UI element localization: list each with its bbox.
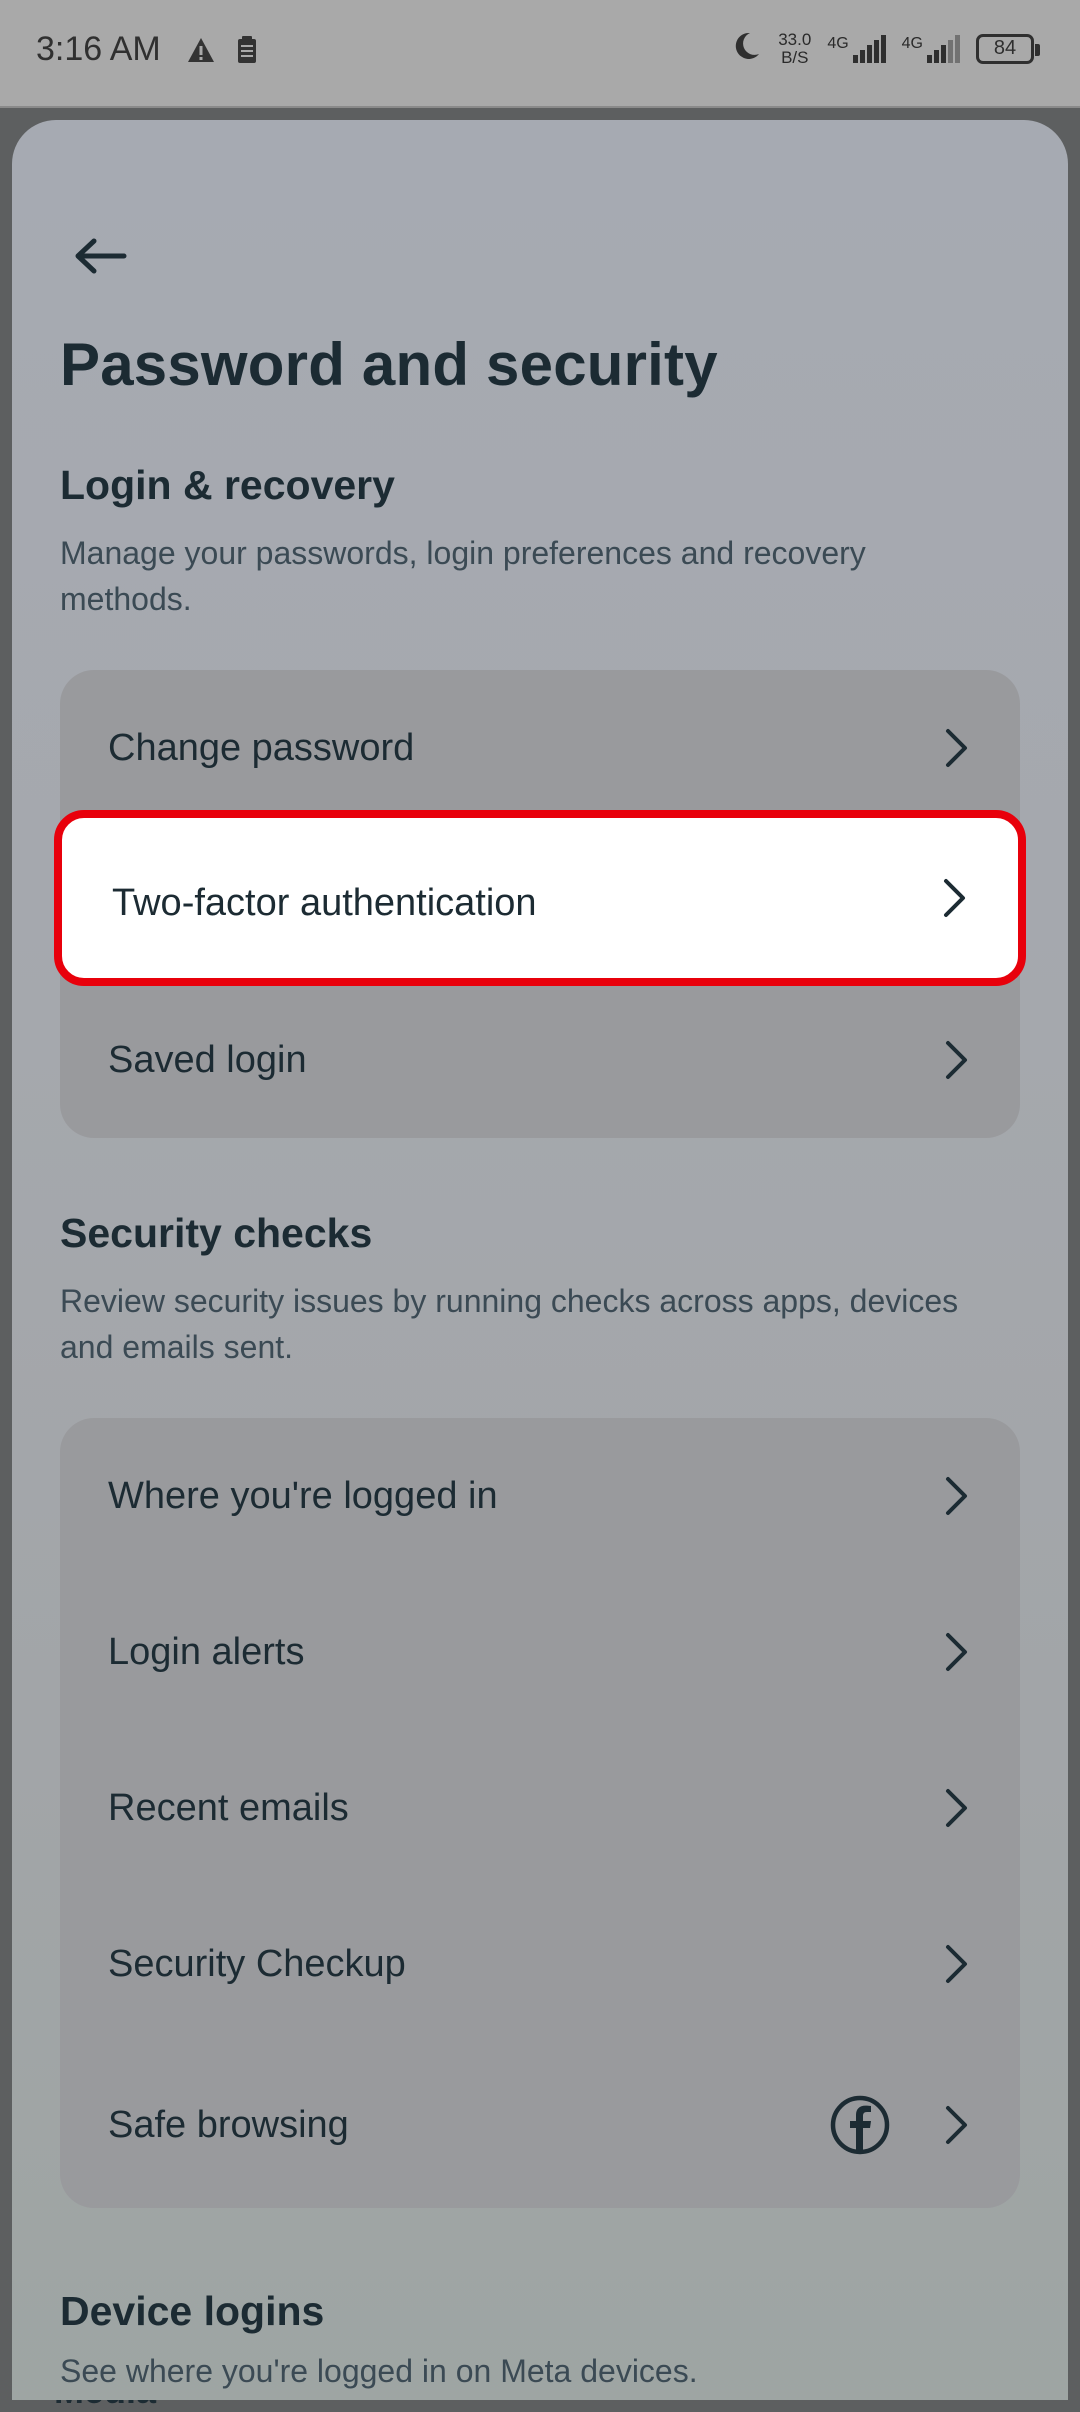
network-speed-unit: B/S — [781, 47, 809, 67]
saved-login-row[interactable]: Saved login — [60, 982, 1020, 1138]
chevron-right-icon — [946, 1633, 967, 1671]
network-speed-value: 33.0 — [778, 29, 812, 49]
network-speed: 33.0 B/S — [778, 29, 812, 67]
where-logged-in-row[interactable]: Where you're logged in — [60, 1418, 1020, 1574]
security-checks-title: Security checks — [60, 1210, 373, 1256]
login-recovery-title: Login & recovery — [60, 462, 395, 508]
two-factor-authentication-row[interactable]: Two-factor authentication — [54, 810, 1026, 986]
chevron-right-icon — [946, 2106, 967, 2144]
facebook-icon — [830, 2095, 890, 2155]
back-button[interactable] — [60, 218, 140, 298]
chevron-right-icon — [946, 1945, 967, 1983]
warning-icon — [186, 36, 216, 69]
security-checks-card: Where you're logged in Login alerts Rece… — [60, 1418, 1020, 2208]
chevron-right-icon — [944, 879, 965, 917]
chevron-right-icon — [946, 1477, 967, 1515]
signal-4g-2: 4G — [901, 34, 960, 63]
status-left-icons — [186, 36, 258, 69]
device-logins-title: Device logins — [60, 2288, 325, 2334]
battery-icon: 84 — [976, 33, 1040, 64]
change-password-label: Change password — [108, 726, 415, 769]
device-logins-description: See where you're logged in on Meta devic… — [60, 2353, 698, 2389]
security-checkup-label: Security Checkup — [108, 1942, 406, 1985]
recent-emails-label: Recent emails — [108, 1786, 349, 1829]
signal-label: 4G — [827, 34, 849, 52]
safe-browsing-row[interactable]: Safe browsing — [60, 2042, 1020, 2208]
chevron-right-icon — [946, 1789, 967, 1827]
safe-browsing-label: Safe browsing — [108, 2103, 349, 2146]
chevron-right-icon — [946, 1041, 967, 1079]
status-time: 3:16 AM — [36, 30, 161, 68]
signal-label: 4G — [901, 34, 923, 52]
battery-level: 84 — [993, 37, 1017, 59]
where-logged-in-label: Where you're logged in — [108, 1474, 498, 1517]
login-recovery-description: Manage your passwords, login preferences… — [60, 535, 866, 617]
login-alerts-row[interactable]: Login alerts — [60, 1574, 1020, 1730]
moon-icon — [730, 30, 762, 67]
password-security-sheet: Password and security Login & recovery M… — [12, 120, 1068, 2400]
recent-emails-row[interactable]: Recent emails — [60, 1730, 1020, 1886]
clipboard-icon — [236, 36, 258, 69]
status-bar: 3:16 AM 33.0 B/S 4G 4G 84 — [0, 0, 1080, 108]
page-title: Password and security — [60, 331, 718, 398]
status-right-icons: 33.0 B/S 4G 4G 84 — [730, 29, 1040, 67]
two-factor-authentication-label: Two-factor authentication — [112, 882, 537, 924]
security-checkup-row[interactable]: Security Checkup — [60, 1886, 1020, 2042]
saved-login-label: Saved login — [108, 1038, 307, 1081]
login-alerts-label: Login alerts — [108, 1630, 305, 1673]
chevron-right-icon — [946, 729, 967, 767]
arrow-left-icon — [72, 236, 128, 281]
security-checks-description: Review security issues by running checks… — [60, 1283, 959, 1365]
signal-4g-1: 4G — [827, 34, 886, 63]
change-password-row[interactable]: Change password — [60, 670, 1020, 826]
